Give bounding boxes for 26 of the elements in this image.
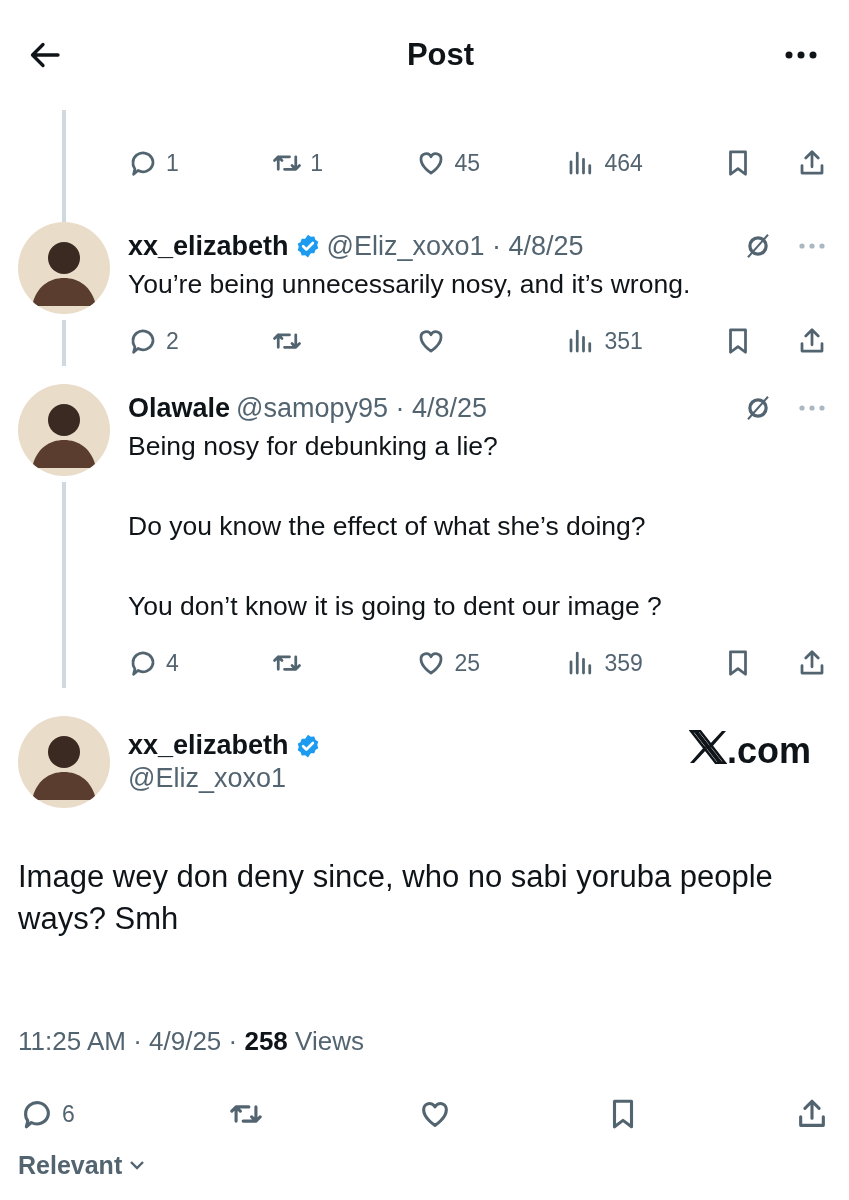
- author-handle[interactable]: @Eliz_xoxo1: [128, 763, 671, 794]
- post-meta: 11:25 AM · 4/9/25 · 258 Views: [18, 1026, 365, 1057]
- author-name[interactable]: Olawale: [128, 392, 231, 424]
- handle-date[interactable]: @Eliz_xoxo1 · 4/8/25: [326, 230, 584, 262]
- handle-date[interactable]: @samopy95 · 4/8/25: [236, 392, 488, 424]
- author-name[interactable]: xx_elizabeth: [128, 730, 289, 761]
- count: 25: [454, 649, 480, 677]
- count: 6: [62, 1100, 75, 1128]
- sort-dropdown[interactable]: Relevant: [18, 1151, 145, 1180]
- post-text: Do you know the effect of what she’s doing?: [128, 510, 647, 543]
- post-text: Image wey don deny since, who no sabi yoruba people ways? Smh: [18, 858, 774, 938]
- count: 4: [166, 649, 179, 677]
- count: 2: [166, 327, 179, 355]
- count: 1: [166, 149, 179, 177]
- chevron-icon: [130, 1161, 145, 1170]
- post-text: You don’t know it is going to dent our image ?: [128, 590, 663, 623]
- author-name[interactable]: xx_elizabeth: [128, 230, 289, 262]
- site-label: .com: [726, 734, 811, 768]
- count: 45: [454, 149, 480, 177]
- count: 351: [604, 327, 643, 355]
- count: 1: [310, 149, 323, 177]
- page-title: Post: [406, 37, 475, 73]
- post-text: You’re being unnecessarily nosy, and it’s wrong.: [128, 268, 692, 301]
- post-text: Being nosy for debunking a lie?: [128, 430, 499, 463]
- count: 464: [604, 149, 643, 177]
- count: 359: [604, 649, 643, 677]
